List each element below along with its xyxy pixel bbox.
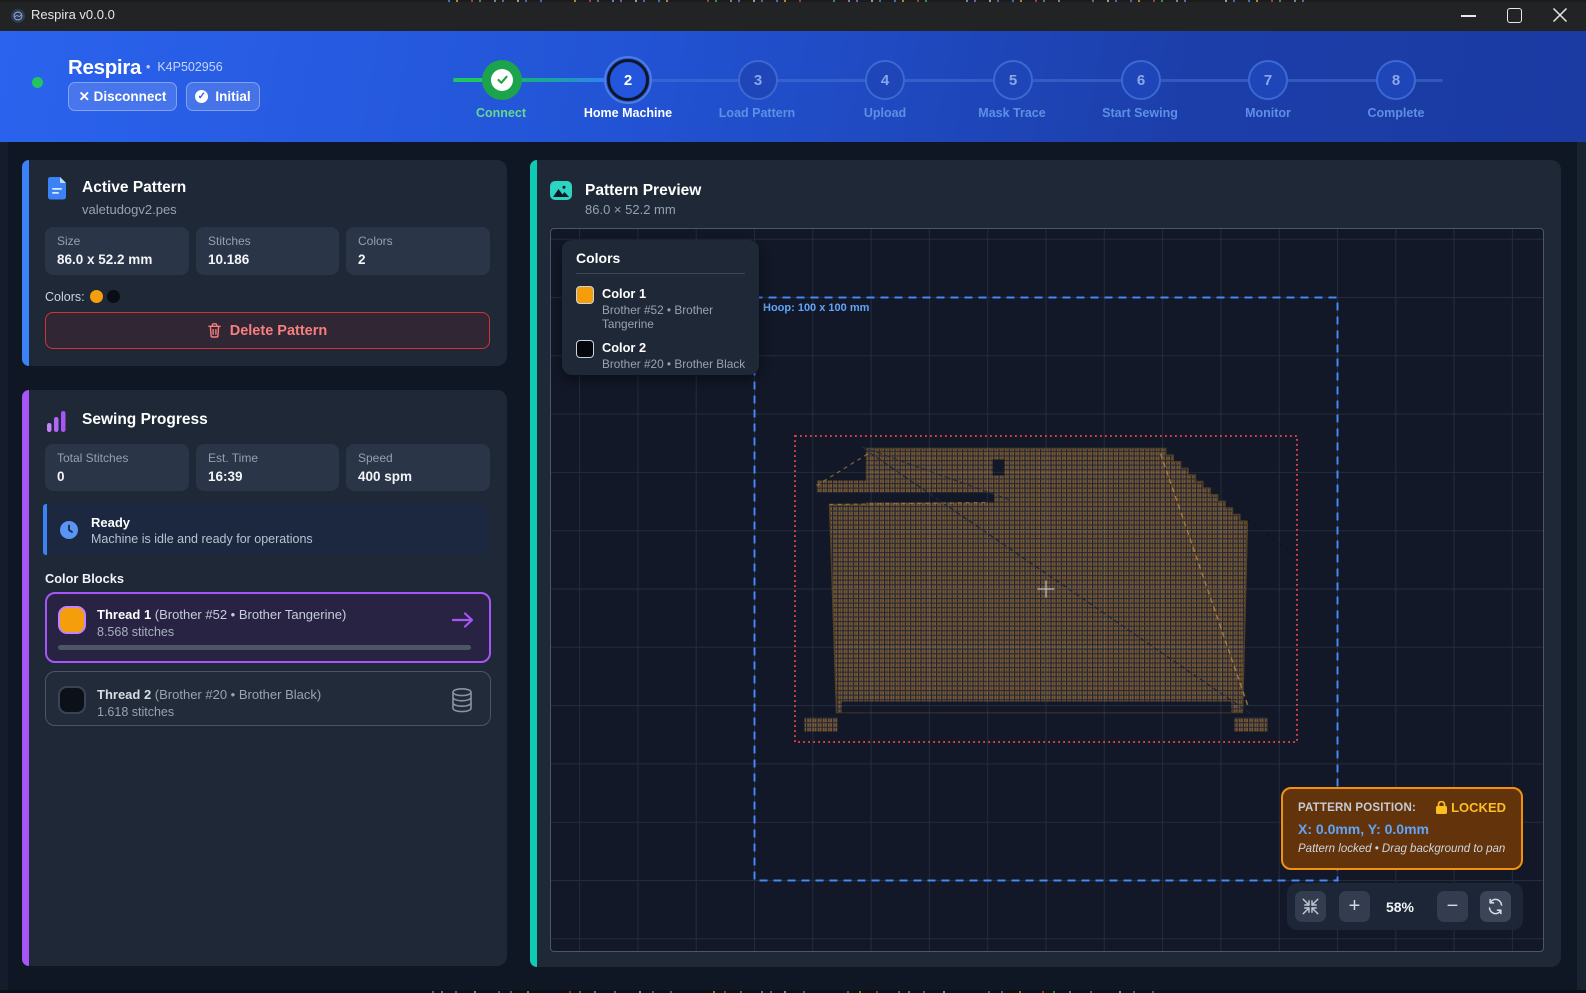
svg-text:Hoop: 100 x 100 mm: Hoop: 100 x 100 mm — [763, 302, 870, 314]
